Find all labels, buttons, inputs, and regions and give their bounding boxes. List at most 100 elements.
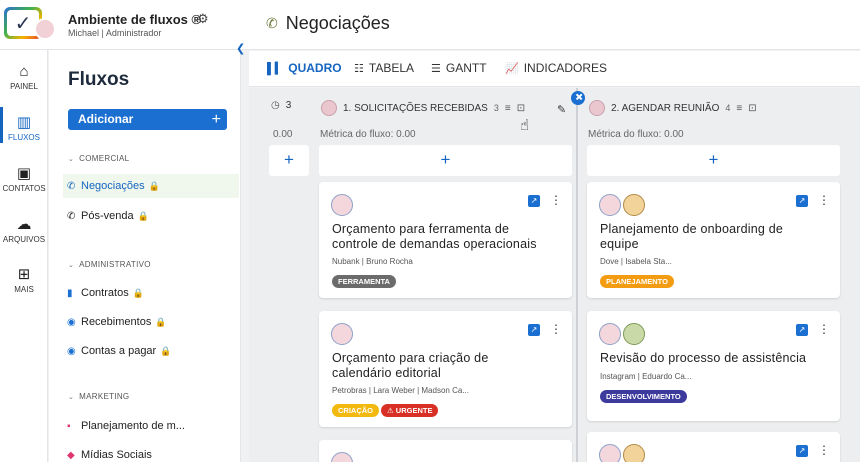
avatar[interactable] (331, 194, 353, 216)
workspace-name[interactable]: Ambiente de fluxos ® (68, 12, 201, 27)
add-card-button[interactable]: + (269, 145, 309, 176)
more-options-icon[interactable]: ⋮ (818, 443, 830, 457)
edit-pencil-icon[interactable]: ✎ (557, 103, 566, 116)
column-count: 3 (493, 103, 499, 113)
card-title-line: Orçamento para ferramenta de (332, 222, 510, 236)
column-metric: Métrica do fluxo: 0.00 (320, 129, 416, 140)
open-external-icon[interactable]: ↗ (796, 324, 808, 336)
column-count: 4 (725, 103, 731, 113)
column-header[interactable]: 1. SOLICITAÇÕES RECEBIDAS 3 ≡ ⊡ (321, 100, 525, 116)
section-label: MARKETING (79, 392, 130, 401)
chevron-down-icon: ⌄ (68, 156, 75, 163)
flows-icon: ▥ (16, 114, 32, 131)
card-meta: Instagram | Eduardo Ca... (600, 372, 692, 381)
section-administrativo[interactable]: ⌄ ADMINISTRATIVO (68, 260, 151, 269)
filter-lines-icon[interactable]: ≡ (736, 103, 742, 114)
deal-card[interactable]: ↗ ⋮ (587, 432, 840, 462)
filter-lines-icon[interactable]: ≡ (505, 103, 511, 114)
piggy-bank-icon: ◉ (67, 317, 76, 328)
chat-icon: ▪ (67, 421, 71, 432)
card-tag: DESENVOLVIMENTO (600, 390, 687, 403)
piggy-bank-icon: ◉ (67, 346, 76, 357)
sidebar-item-planejamento[interactable]: ▪ Planejamento de m... (63, 414, 239, 438)
hand-cursor-icon: ☝ (520, 117, 530, 134)
more-options-icon[interactable]: ⋮ (818, 193, 830, 207)
card-tag: CRIAÇÃO (332, 404, 379, 417)
column-header[interactable]: 2. AGENDAR REUNIÃO 4 ≡ ⊡ (589, 100, 757, 116)
more-options-icon[interactable]: ⋮ (550, 322, 562, 336)
more-options-icon[interactable]: ⋮ (550, 193, 562, 207)
rail-item-arquivos[interactable]: ☁ ARQUIVOS (0, 215, 48, 244)
deal-card[interactable]: ↗ ⋮ Planejamento de onboarding de equipe… (587, 182, 840, 298)
contacts-icon: ▣ (16, 165, 32, 182)
sidebar-item-pos-venda[interactable]: ✆ Pós-venda 🔒 (63, 204, 239, 228)
avatar[interactable] (331, 323, 353, 345)
sidebar-item-label: Recebimentos (81, 316, 152, 328)
card-assignees (331, 323, 353, 345)
section-comercial[interactable]: ⌄ COMERCIAL (68, 154, 129, 163)
more-options-icon[interactable]: ⋮ (818, 322, 830, 336)
sidebar-item-negociacoes[interactable]: ✆ Negociações 🔒 (63, 174, 239, 198)
chevron-down-icon: ⌄ (68, 262, 75, 269)
rail-label: ARQUIVOS (2, 235, 46, 244)
user-avatar[interactable] (34, 18, 56, 40)
add-card-button[interactable]: + (319, 145, 572, 176)
section-marketing[interactable]: ⌄ MARKETING (68, 392, 129, 401)
rail-label: CONTATOS (2, 184, 46, 193)
clock-icon: ◷ (271, 100, 280, 111)
tab-label: INDICADORES (523, 61, 608, 75)
avatar[interactable] (623, 194, 645, 216)
sidebar-item-midias-sociais[interactable]: ◆ Mídias Sociais (63, 443, 239, 462)
lock-icon: 🔒 (155, 317, 167, 327)
tab-indicadores[interactable]: 📈 INDICADORES (505, 61, 607, 75)
sidebar-item-contas-a-pagar[interactable]: ◉ Contas a pagar 🔒 (63, 339, 239, 363)
card-title-line: calendário editorial (332, 366, 441, 380)
card-title: Orçamento para ferramenta de controle de… (332, 222, 537, 252)
robot-icon[interactable]: ⊡ (517, 103, 525, 114)
tab-label: TABELA (368, 61, 415, 75)
avatar[interactable] (623, 444, 645, 462)
rail-item-contatos[interactable]: ▣ CONTATOS (0, 164, 48, 193)
section-label: COMERCIAL (79, 154, 130, 163)
section-label: ADMINISTRATIVO (79, 260, 151, 269)
column-header: ◷ 3 (271, 100, 291, 111)
add-flow-button[interactable]: Adicionar + (68, 109, 227, 130)
tab-quadro[interactable]: ▌▍ QUADRO (267, 61, 342, 75)
card-assignees (331, 194, 353, 216)
tab-tabela[interactable]: ☷ TABELA (354, 61, 414, 75)
open-external-icon[interactable]: ↗ (528, 195, 540, 207)
rail-label: MAIS (14, 285, 34, 294)
avatar[interactable] (599, 444, 621, 462)
avatar[interactable] (599, 323, 621, 345)
tab-gantt[interactable]: ☰ GANTT (431, 61, 487, 75)
tab-label: QUADRO (288, 61, 342, 75)
gear-icon[interactable]: ⚙ (197, 11, 209, 27)
deal-card[interactable]: ↗ ⋮ Orçamento para criação de calendário… (319, 311, 572, 427)
board-column-partial: ◷ 3 0.00 + (249, 88, 309, 462)
chart-icon: 📈 (505, 62, 519, 75)
rail-item-mais[interactable]: ⊞ MAIS (0, 265, 48, 294)
avatar[interactable] (331, 452, 353, 462)
deal-card[interactable] (319, 440, 572, 462)
robot-icon[interactable]: ⊡ (748, 103, 756, 114)
avatar[interactable] (599, 194, 621, 216)
collapse-sidebar-button[interactable]: ❮ (236, 42, 245, 55)
lock-icon: 🔒 (148, 181, 160, 191)
avatar[interactable] (623, 323, 645, 345)
card-assignees (599, 194, 645, 216)
rail-item-painel[interactable]: ⌂ PAINEL (0, 62, 48, 91)
open-external-icon[interactable]: ↗ (528, 324, 540, 336)
rail-label: FLUXOS (7, 133, 40, 142)
column-count: 3 (285, 100, 292, 111)
view-tabs: ▌▍ QUADRO ☷ TABELA ☰ GANTT 📈 INDICADORES (249, 51, 860, 87)
add-card-button[interactable]: + (587, 145, 840, 176)
deal-card[interactable]: ↗ ⋮ Revisão do processo de assistência I… (587, 311, 840, 421)
rail-item-fluxos[interactable]: ▥ FLUXOS (0, 107, 48, 143)
sidebar-item-recebimentos[interactable]: ◉ Recebimentos 🔒 (63, 310, 239, 334)
open-external-icon[interactable]: ↗ (796, 195, 808, 207)
card-title-line: controle de demandas operacionais (332, 237, 537, 251)
megaphone-icon: ◆ (67, 450, 75, 461)
open-external-icon[interactable]: ↗ (796, 445, 808, 457)
sidebar-item-contratos[interactable]: ▮ Contratos 🔒 (63, 281, 239, 305)
deal-card[interactable]: ↗ ⋮ Orçamento para ferramenta de control… (319, 182, 572, 298)
